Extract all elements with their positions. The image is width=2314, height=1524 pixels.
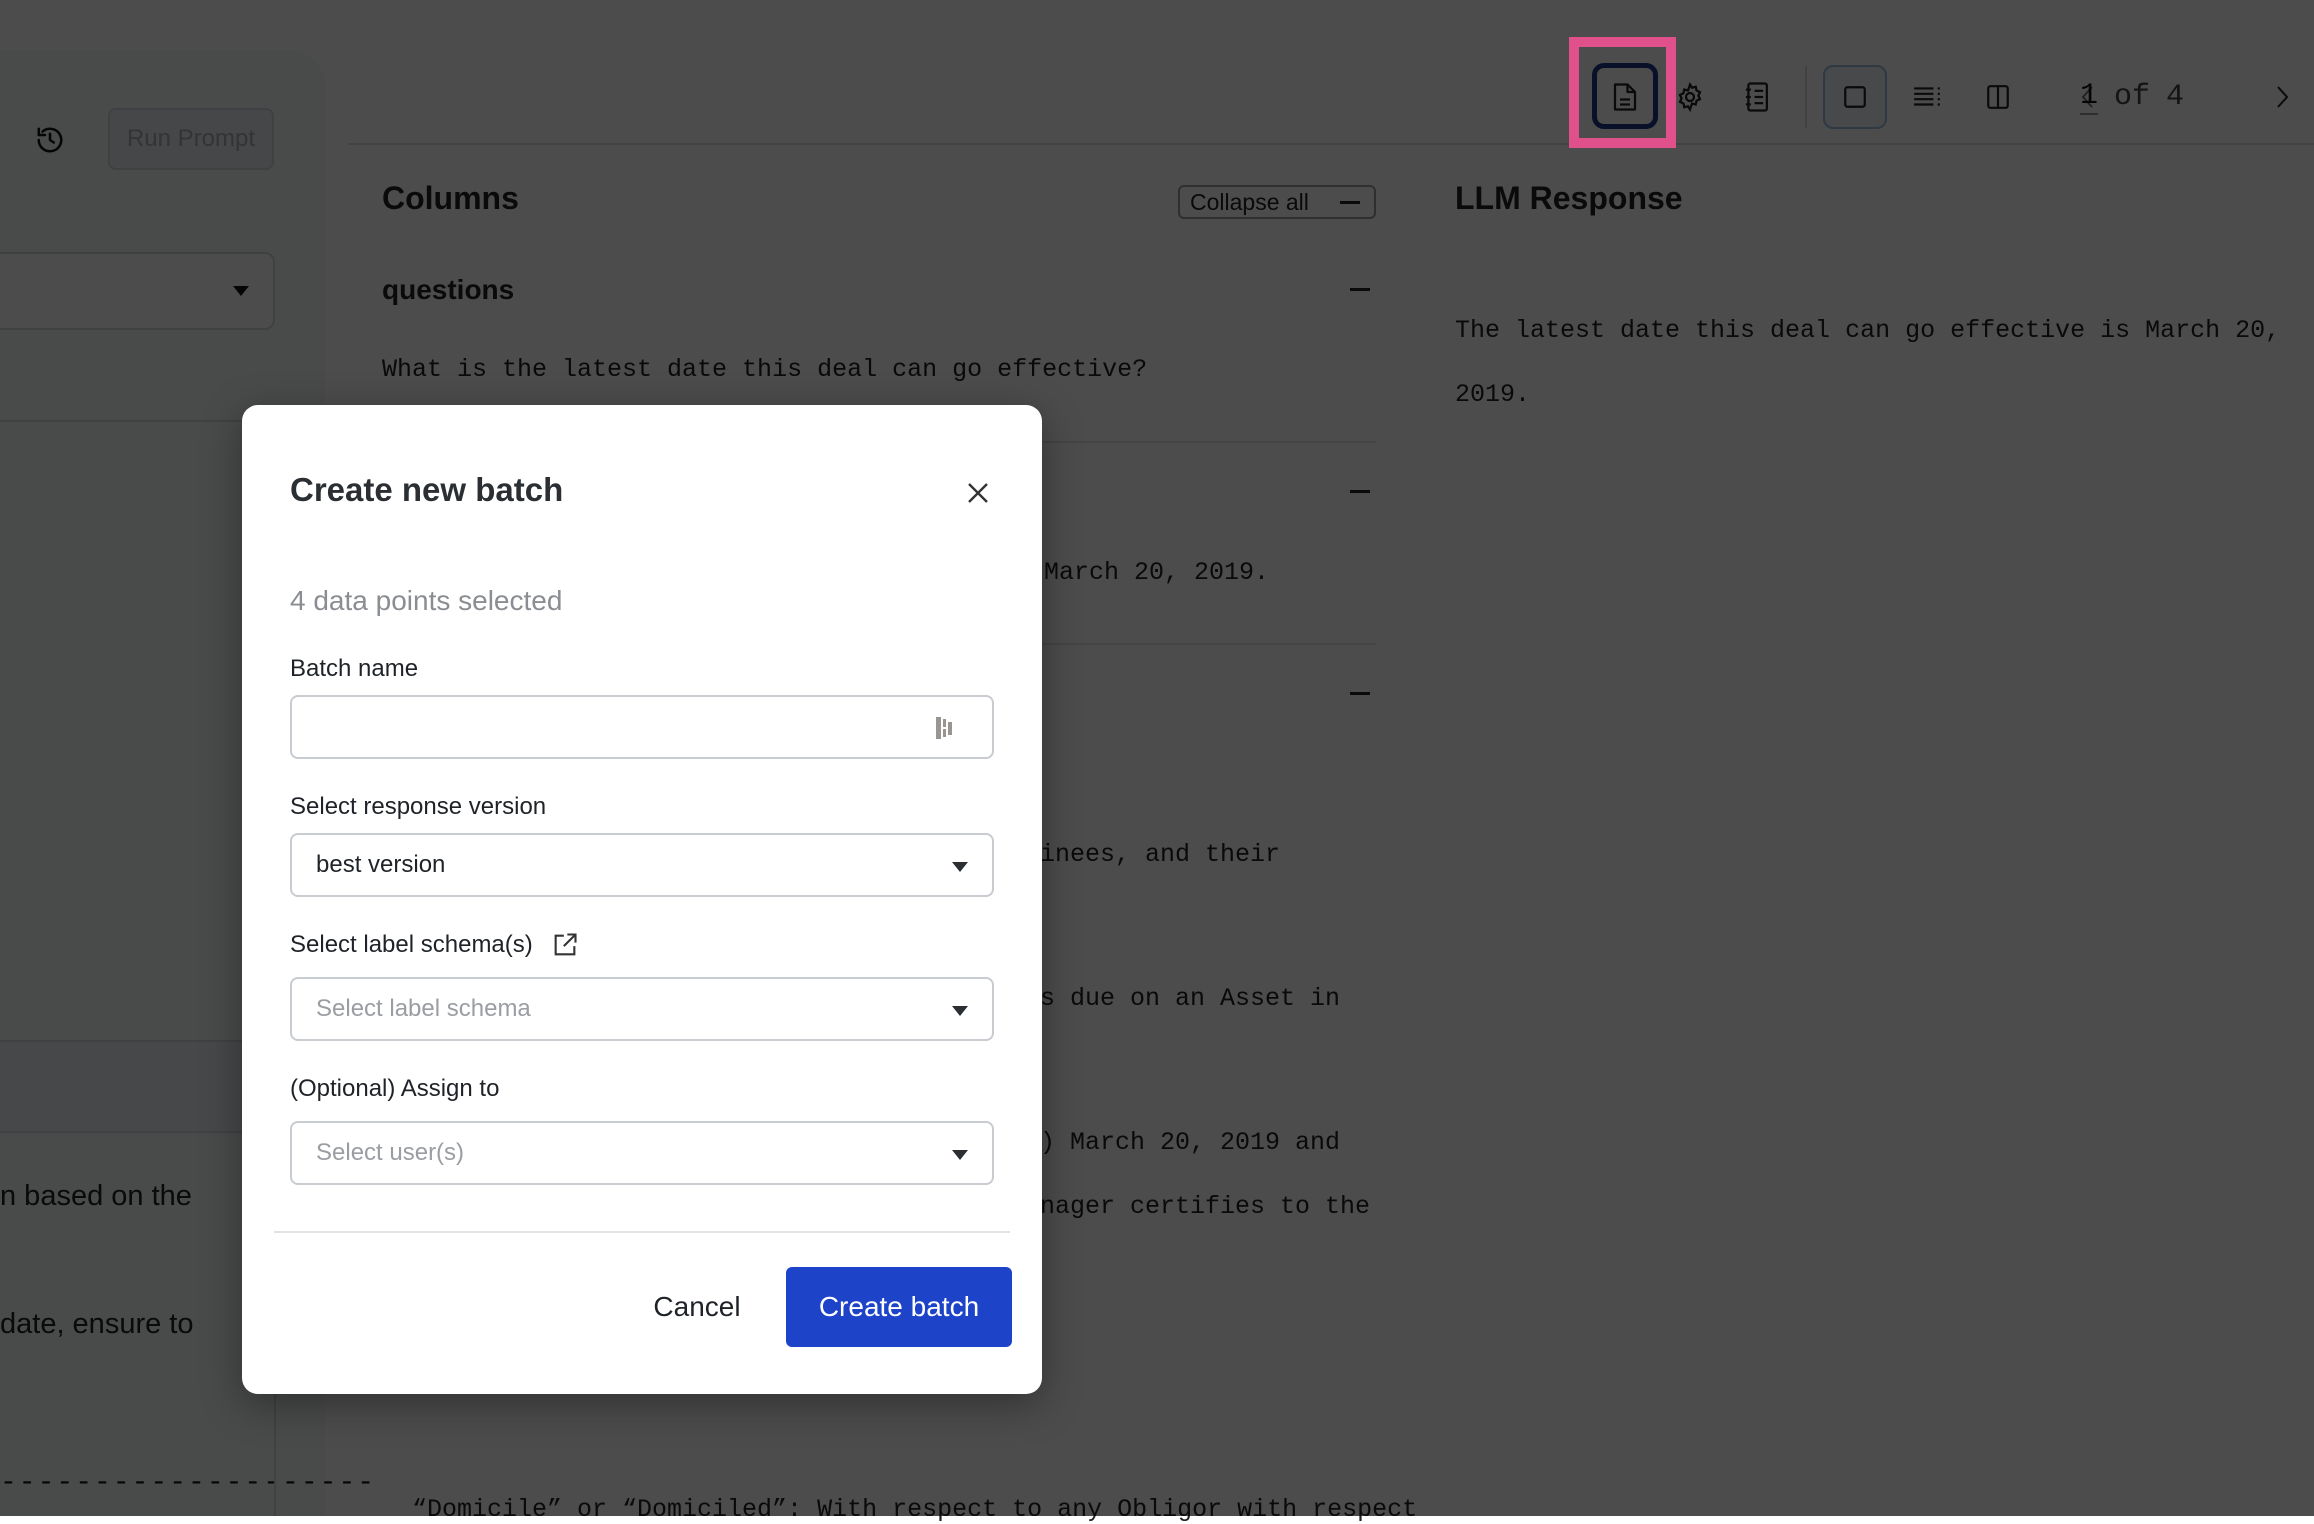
assign-to-label-text: (Optional) Assign to (290, 1075, 500, 1102)
annotation-highlight (1569, 37, 1676, 148)
modal-title: Create new batch (290, 471, 564, 508)
external-link-icon[interactable] (551, 931, 579, 959)
batch-name-label-text: Batch name (290, 655, 419, 682)
password-manager-icon[interactable] (934, 715, 958, 741)
caret-down-icon (952, 1006, 968, 1016)
batch-name-field[interactable] (290, 695, 994, 759)
label-schema-select[interactable]: Select label schema (290, 977, 994, 1041)
label-schema-placeholder: Select label schema (316, 995, 531, 1022)
close-button[interactable] (958, 473, 998, 513)
selected-count: 4 data points selected (290, 585, 563, 616)
create-batch-modal: Create new batch 4 data points selected … (242, 405, 1042, 1394)
create-batch-button[interactable]: Create batch (786, 1267, 1012, 1347)
close-icon (968, 483, 988, 503)
label-schema-label: Select label schema(s) (290, 931, 579, 959)
cancel-button[interactable]: Cancel (642, 1267, 752, 1347)
assign-to-placeholder: Select user(s) (316, 1139, 465, 1166)
response-version-label-text: Select response version (290, 793, 547, 820)
batch-name-input[interactable] (316, 712, 920, 742)
modal-footer-divider (274, 1231, 1010, 1233)
response-version-label: Select response version (290, 793, 546, 821)
label-schema-label-text: Select label schema(s) (290, 931, 533, 958)
caret-down-icon (952, 1150, 968, 1160)
response-version-select[interactable]: best version (290, 833, 994, 897)
batch-name-label: Batch name (290, 655, 418, 683)
assign-to-select[interactable]: Select user(s) (290, 1121, 994, 1185)
response-version-value: best version (316, 851, 446, 878)
caret-down-icon (952, 862, 968, 872)
assign-to-label: (Optional) Assign to (290, 1075, 499, 1103)
